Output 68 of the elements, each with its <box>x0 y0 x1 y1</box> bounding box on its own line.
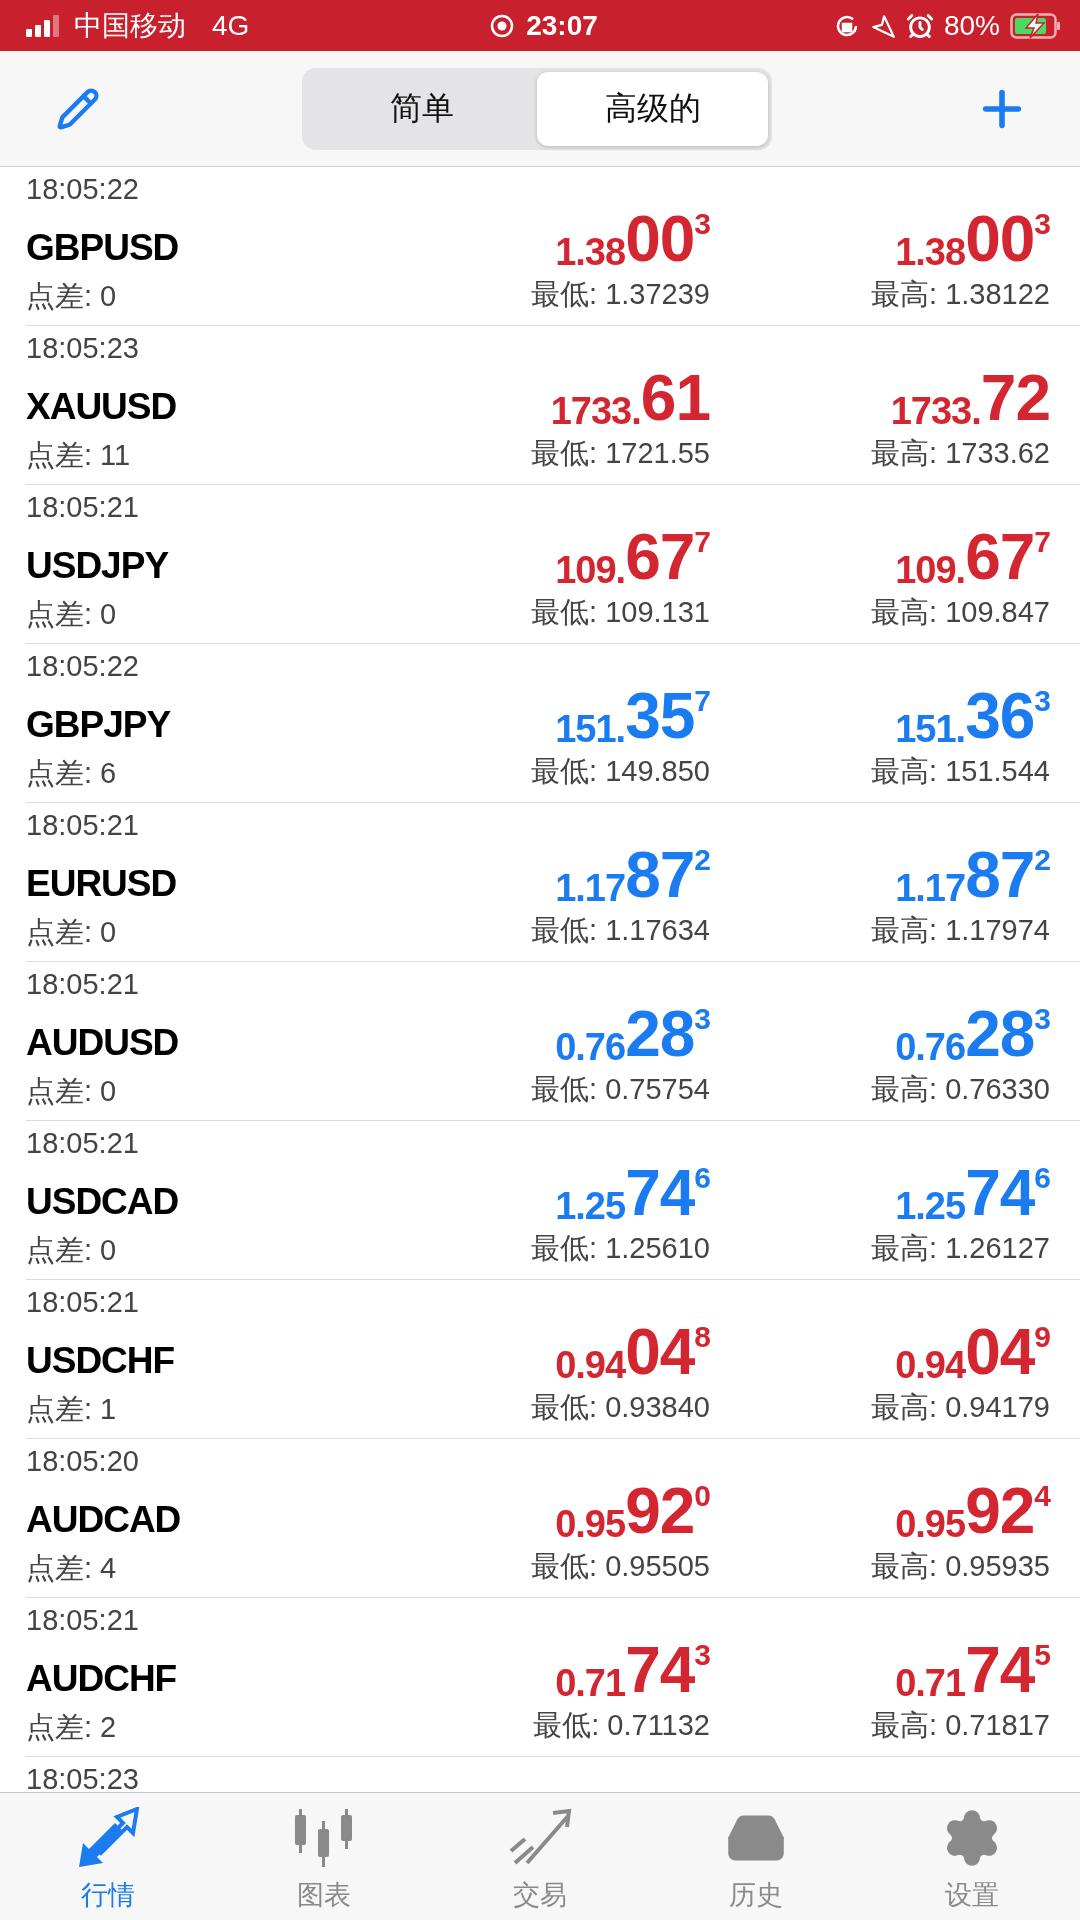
spread-label: 点差: 0 <box>26 279 118 314</box>
location-icon <box>869 12 896 39</box>
network-type: 4G <box>212 9 250 42</box>
spread-label: 点差: 0 <box>26 597 118 632</box>
spread-label: 点差: 0 <box>26 915 118 950</box>
quote-time: 18:05:22 <box>26 173 140 207</box>
quote-time: 18:05:21 <box>26 1286 140 1320</box>
symbol-name: GBPJPY <box>26 703 172 746</box>
low-price: 最低: 0.93840 <box>531 1390 710 1425</box>
spread-label: 点差: 2 <box>26 1710 118 1745</box>
symbol-name: GBPUSD <box>26 226 180 269</box>
symbol-name: AUDCHF <box>26 1657 178 1700</box>
spread-label: 点差: 0 <box>26 1074 118 1109</box>
high-price: 最高: 1.26127 <box>871 1231 1050 1266</box>
pencil-icon <box>56 86 100 131</box>
high-price: 最高: 0.71817 <box>871 1708 1050 1743</box>
high-price: 最高: 1733.62 <box>871 436 1050 471</box>
quote-row[interactable]: 18:05:23 XAUUSD 点差: 11 1733.61 最低: 1721.55 1733.72 最高: 1733.62 <box>26 326 1080 485</box>
quote-time: 18:05:21 <box>26 1604 140 1638</box>
battery-charging-icon <box>1010 12 1062 39</box>
quote-time: 18:05:21 <box>26 968 140 1002</box>
quote-time: 18:05:23 <box>26 332 140 366</box>
low-price: 最低: 149.850 <box>531 754 710 789</box>
symbol-name: XAUUSD <box>26 385 178 428</box>
low-price: 最低: 1.17634 <box>531 913 710 948</box>
high-price: 最高: 0.76330 <box>871 1072 1050 1107</box>
symbol-name: USDCAD <box>26 1180 180 1223</box>
high-price: 最高: 0.94179 <box>871 1390 1050 1425</box>
quote-time: 18:05:20 <box>26 1445 140 1479</box>
quote-time: 18:05:21 <box>26 809 140 843</box>
spread-label: 点差: 1 <box>26 1392 118 1427</box>
spread-label: 点差: 0 <box>26 1233 118 1268</box>
low-price: 最低: 0.75754 <box>531 1072 710 1107</box>
tab-bar-item[interactable]: 行情 <box>0 1793 216 1920</box>
quote-time: 18:05:21 <box>26 1127 140 1161</box>
signal-icon <box>26 14 60 37</box>
symbol-name: USDCHF <box>26 1339 176 1382</box>
low-price: 最低: 1721.55 <box>531 436 710 471</box>
low-price: 最低: 109.131 <box>531 595 710 630</box>
spread-label: 点差: 4 <box>26 1551 118 1586</box>
segment-tab[interactable]: 高级的 <box>537 71 768 146</box>
high-price: 最高: 0.95935 <box>871 1549 1050 1584</box>
high-price: 最高: 1.38122 <box>871 277 1050 312</box>
clock-time: 23:07 <box>526 9 598 42</box>
bid-price: 1733.61 <box>550 366 710 430</box>
low-price: 最低: 0.95505 <box>531 1549 710 1584</box>
symbol-name: USDJPY <box>26 544 170 587</box>
battery-percent: 80% <box>943 9 1000 42</box>
low-price: 最低: 1.37239 <box>531 277 710 312</box>
alarm-icon <box>905 11 934 40</box>
quote-time: 18:05:21 <box>26 491 140 525</box>
record-icon <box>490 13 515 38</box>
ask-price: 1733.72 <box>890 366 1050 430</box>
carrier-name: 中国移动 <box>74 8 186 43</box>
edit-button[interactable] <box>56 86 100 131</box>
symbol-name: AUDCAD <box>26 1498 182 1541</box>
quote-time: 18:05:23 <box>26 1763 140 1792</box>
high-price: 最高: 109.847 <box>871 595 1050 630</box>
segment-tab[interactable]: 简单 <box>306 71 537 146</box>
symbol-name: AUDUSD <box>26 1021 180 1064</box>
spread-label: 点差: 11 <box>26 438 132 473</box>
spread-label: 点差: 6 <box>26 756 118 791</box>
low-price: 最低: 1.25610 <box>531 1231 710 1266</box>
symbol-name: EURUSD <box>26 862 178 905</box>
high-price: 最高: 151.544 <box>871 754 1050 789</box>
high-price: 最高: 1.17974 <box>871 913 1050 948</box>
quote-time: 18:05:22 <box>26 650 140 684</box>
low-price: 最低: 0.71132 <box>533 1708 710 1743</box>
